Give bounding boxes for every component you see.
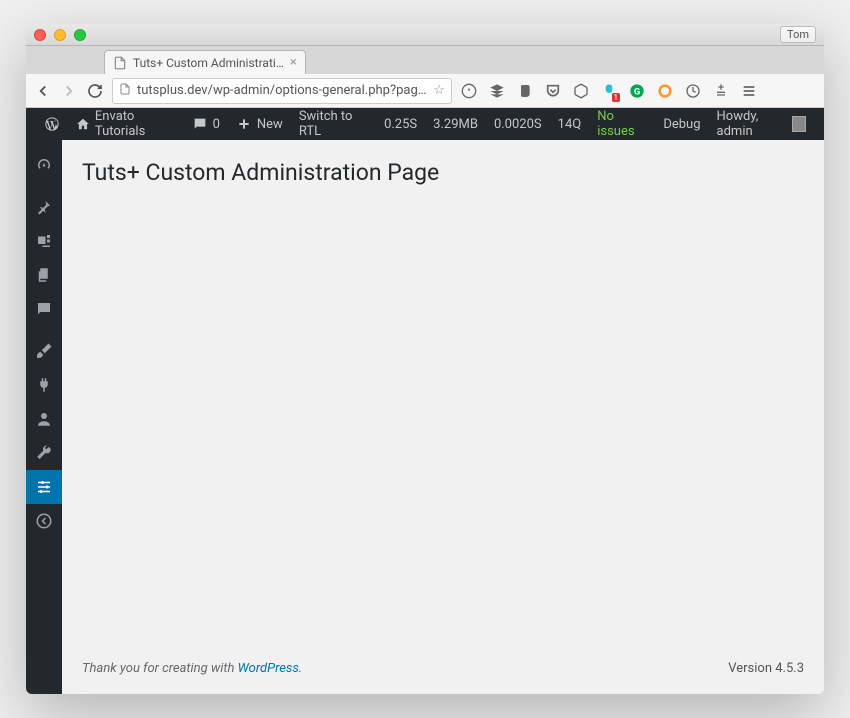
menu-settings[interactable]: [26, 470, 62, 504]
extension-icon[interactable]: [572, 82, 590, 100]
pages-icon: [35, 266, 53, 284]
time-label: 0.25S: [384, 117, 417, 132]
new-content-menu[interactable]: New: [228, 108, 291, 140]
no-issues-label: No issues: [597, 109, 647, 139]
db-label: 0.0020S: [494, 117, 542, 132]
window-close-button[interactable]: [34, 29, 46, 41]
debug-menu[interactable]: Debug: [655, 108, 708, 140]
pin-icon: [35, 198, 53, 216]
extension-icon[interactable]: [460, 82, 478, 100]
wp-logo-menu[interactable]: [36, 108, 68, 140]
tab-strip: Tuts+ Custom Administrati… ×: [26, 46, 824, 74]
menu-appearance[interactable]: [26, 334, 62, 368]
plug-icon: [35, 376, 53, 394]
account-menu[interactable]: Howdy, admin: [709, 108, 814, 140]
comment-icon: [192, 116, 208, 132]
comments-menu[interactable]: 0: [184, 108, 228, 140]
traffic-lights: [34, 29, 86, 41]
extension-icon[interactable]: [684, 82, 702, 100]
wp-content-row: Tuts+ Custom Administration Page Thank y…: [26, 140, 824, 694]
menu-comments[interactable]: [26, 292, 62, 326]
evernote-icon[interactable]: [516, 82, 534, 100]
forward-button[interactable]: [60, 82, 78, 100]
window-minimize-button[interactable]: [54, 29, 66, 41]
media-icon: [35, 232, 53, 250]
footer-thanks-text: Thank you for creating with: [82, 661, 238, 676]
extension-icon[interactable]: 1: [600, 82, 618, 100]
dashboard-icon: [35, 156, 53, 174]
address-bar[interactable]: tutsplus.dev/wp-admin/options-general.ph…: [112, 78, 452, 104]
wordpress-icon: [44, 116, 60, 132]
queries-label: 14Q: [558, 117, 582, 132]
new-label: New: [257, 117, 283, 132]
menu-users[interactable]: [26, 402, 62, 436]
debug-time[interactable]: 0.25S: [376, 108, 425, 140]
rtl-label: Switch to RTL: [299, 109, 368, 139]
url-toolbar: tutsplus.dev/wp-admin/options-general.ph…: [26, 74, 824, 108]
menu-dashboard[interactable]: [26, 148, 62, 182]
menu-pages[interactable]: [26, 258, 62, 292]
menu-collapse[interactable]: [26, 504, 62, 538]
version-label: Version 4.5.3: [728, 661, 804, 676]
file-icon: [119, 83, 131, 99]
sliders-icon: [35, 478, 53, 496]
comment-icon: [35, 300, 53, 318]
footer-period: .: [299, 661, 302, 676]
collapse-icon: [35, 512, 53, 530]
extension-icons: 1 G: [460, 82, 758, 100]
home-icon: [76, 116, 90, 132]
titlebar: Tom: [26, 24, 824, 46]
bookmark-star-icon[interactable]: ☆: [433, 83, 445, 98]
howdy-label: Howdy, admin: [717, 109, 787, 139]
browser-window: Tom Tuts+ Custom Administrati… × tutsplu…: [26, 24, 824, 694]
reload-button[interactable]: [86, 82, 104, 100]
pocket-icon[interactable]: [544, 82, 562, 100]
comments-count: 0: [213, 117, 220, 132]
debug-queries[interactable]: 14Q: [550, 108, 590, 140]
site-title-label: Envato Tutorials: [95, 109, 176, 139]
wp-admin-bar: Envato Tutorials 0 New Switch to RTL 0.2…: [26, 108, 824, 140]
avatar: [792, 116, 806, 132]
site-name-menu[interactable]: Envato Tutorials: [68, 108, 184, 140]
window-maximize-button[interactable]: [74, 29, 86, 41]
badge: 1: [612, 93, 621, 102]
admin-sidebar: [26, 140, 62, 694]
switch-rtl-button[interactable]: Switch to RTL: [291, 108, 376, 140]
menu-tools[interactable]: [26, 436, 62, 470]
extension-icon[interactable]: [656, 82, 674, 100]
wrench-icon: [35, 444, 53, 462]
debug-memory[interactable]: 3.29MB: [425, 108, 486, 140]
menu-posts[interactable]: [26, 190, 62, 224]
browser-tab[interactable]: Tuts+ Custom Administrati… ×: [104, 50, 306, 74]
wordpress-link[interactable]: WordPress: [238, 661, 299, 676]
svg-text:G: G: [634, 86, 640, 97]
grammarly-icon[interactable]: G: [628, 82, 646, 100]
mem-label: 3.29MB: [433, 117, 478, 132]
debug-db[interactable]: 0.0020S: [486, 108, 550, 140]
no-issues-indicator[interactable]: No issues: [589, 108, 655, 140]
close-tab-icon[interactable]: ×: [290, 55, 297, 70]
menu-plugins[interactable]: [26, 368, 62, 402]
debug-label: Debug: [663, 117, 700, 132]
page-content: Tuts+ Custom Administration Page: [62, 140, 824, 651]
url-text: tutsplus.dev/wp-admin/options-general.ph…: [137, 83, 427, 98]
tab-title: Tuts+ Custom Administrati…: [133, 56, 284, 70]
file-icon: [113, 56, 127, 70]
extension-icon[interactable]: [712, 82, 730, 100]
wordpress-body: Envato Tutorials 0 New Switch to RTL 0.2…: [26, 108, 824, 694]
back-button[interactable]: [34, 82, 52, 100]
plus-icon: [236, 116, 252, 132]
user-icon: [35, 410, 53, 428]
brush-icon: [35, 342, 53, 360]
main-area: Tuts+ Custom Administration Page Thank y…: [62, 140, 824, 694]
chrome-profile-button[interactable]: Tom: [780, 26, 816, 43]
buffer-icon[interactable]: [488, 82, 506, 100]
page-title: Tuts+ Custom Administration Page: [82, 150, 804, 190]
wp-footer: Thank you for creating with WordPress. V…: [62, 651, 824, 694]
menu-media[interactable]: [26, 224, 62, 258]
menu-icon[interactable]: [740, 82, 758, 100]
